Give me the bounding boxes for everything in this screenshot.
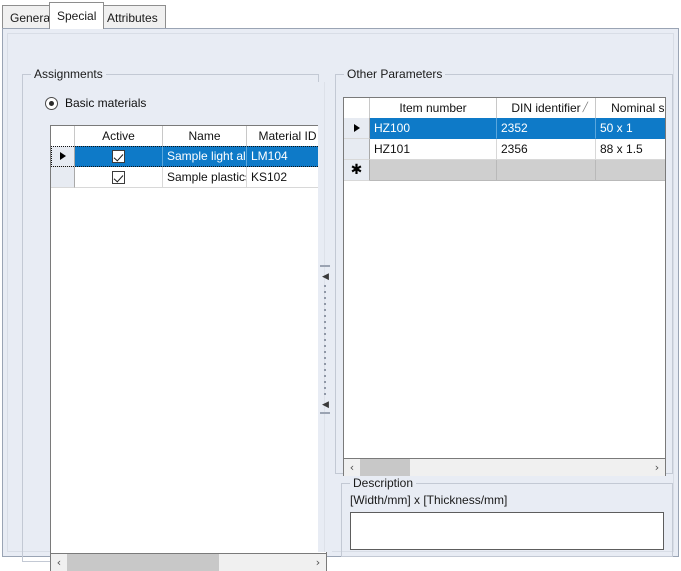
row-indicator-current[interactable]: [51, 146, 75, 167]
row-indicator-new[interactable]: ✱: [344, 160, 370, 181]
radio-basic-materials[interactable]: Basic materials: [45, 96, 146, 110]
hscroll-thumb[interactable]: [67, 554, 219, 571]
row-indicator[interactable]: [344, 139, 370, 160]
other-parameters-hscrollbar[interactable]: ‹ ›: [343, 459, 666, 476]
other-parameters-group: Other Parameters Item number DIN identif…: [335, 74, 673, 474]
description-input[interactable]: [350, 512, 664, 550]
cell-nominal-size[interactable]: 50 x 1: [596, 118, 666, 139]
hscroll-left-arrow[interactable]: ‹: [344, 459, 360, 476]
other-col-din-identifier-label: DIN identifier: [511, 101, 580, 115]
other-col-item-number[interactable]: Item number: [370, 98, 497, 118]
tab-attributes-label: Attributes: [107, 11, 158, 25]
hscroll-track[interactable]: [360, 459, 649, 476]
caret-right-icon: [354, 124, 360, 132]
cell-item-number-new[interactable]: [370, 160, 497, 181]
hscroll-left-arrow[interactable]: ‹: [51, 554, 67, 571]
splitter-bar-bottom: [320, 412, 330, 414]
hscroll-right-arrow[interactable]: ›: [310, 554, 326, 571]
assignments-col-name-label: Name: [188, 129, 220, 143]
splitter-collapse-left-icon[interactable]: ◀: [321, 272, 330, 281]
assignments-col-name[interactable]: Name: [163, 126, 247, 146]
assignments-hscrollbar[interactable]: ‹ ›: [50, 554, 327, 571]
dialog-tab-page: General Special Attributes Assignments B…: [0, 0, 681, 559]
cell-name[interactable]: Sample plastics: [163, 167, 247, 188]
cell-din-identifier[interactable]: 2352: [497, 118, 596, 139]
cell-item-number[interactable]: HZ101: [370, 139, 497, 160]
cell-nominal-size-new[interactable]: [596, 160, 666, 181]
tab-page-inner: Assignments Basic materials Active Name: [7, 33, 674, 552]
other-parameters-group-title: Other Parameters: [344, 68, 445, 80]
assignments-group: Assignments Basic materials Active Name: [22, 74, 319, 562]
hscroll-right-arrow[interactable]: ›: [649, 459, 665, 476]
assignments-col-active-label: Active: [102, 129, 135, 143]
cell-name[interactable]: Sample light alloy: [163, 146, 247, 167]
hscroll-track[interactable]: [67, 554, 310, 571]
assignments-group-title: Assignments: [31, 68, 106, 80]
radio-basic-materials-indicator[interactable]: [45, 97, 58, 110]
tab-attributes[interactable]: Attributes: [99, 5, 166, 29]
description-group: Description [Width/mm] x [Thickness/mm]: [341, 483, 673, 557]
other-parameters-grid-body: HZ100 2352 50 x 1 HZ101 2356 88 x 1.5 ✱: [344, 118, 665, 458]
table-row-new[interactable]: ✱: [344, 160, 665, 181]
splitter-bar-top: [320, 265, 330, 267]
table-row[interactable]: Sample plastics KS102: [51, 167, 326, 188]
cell-din-identifier[interactable]: 2356: [497, 139, 596, 160]
tab-bar: General Special Attributes: [0, 0, 681, 29]
radio-basic-materials-label: Basic materials: [65, 96, 146, 110]
description-hint-text: [Width/mm] x [Thickness/mm]: [350, 493, 507, 507]
table-row[interactable]: HZ101 2356 88 x 1.5: [344, 139, 665, 160]
sort-indicator-icon: ╱: [583, 102, 588, 113]
assignments-grid-header: Active Name Material ID: [51, 126, 326, 147]
other-parameters-grid-header: Item number DIN identifier ╱ Nominal siz…: [344, 98, 665, 119]
other-col-item-number-label: Item number: [399, 101, 466, 115]
other-parameters-grid-corner[interactable]: [344, 98, 370, 118]
cell-material-id[interactable]: KS102: [247, 167, 327, 188]
cell-material-id[interactable]: LM104: [247, 146, 327, 167]
cell-nominal-size[interactable]: 88 x 1.5: [596, 139, 666, 160]
table-row[interactable]: HZ100 2352 50 x 1: [344, 118, 665, 139]
checkbox-active-icon[interactable]: [112, 150, 125, 163]
assignments-col-material-id-label: Material ID: [258, 129, 316, 143]
assignments-col-active[interactable]: Active: [75, 126, 163, 146]
other-col-nominal-size-label: Nominal size: [611, 101, 666, 115]
checkbox-active-icon[interactable]: [112, 171, 125, 184]
cell-din-identifier-new[interactable]: [497, 160, 596, 181]
hscroll-thumb[interactable]: [360, 459, 410, 476]
tab-special[interactable]: Special: [49, 2, 104, 29]
splitter-grip-dots: [324, 285, 326, 395]
description-group-title: Description: [350, 477, 416, 489]
caret-right-icon: [60, 152, 66, 160]
table-row[interactable]: Sample light alloy LM104: [51, 146, 326, 167]
other-col-din-identifier[interactable]: DIN identifier ╱: [497, 98, 596, 118]
cell-active[interactable]: [75, 167, 163, 188]
splitter-collapse-left-icon-2[interactable]: ◀: [321, 400, 330, 409]
cell-item-number[interactable]: HZ100: [370, 118, 497, 139]
assignments-grid-corner[interactable]: [51, 126, 75, 146]
asterisk-new-row-icon: ✱: [351, 165, 363, 175]
other-col-nominal-size[interactable]: Nominal size: [596, 98, 666, 118]
tab-general-label: General: [10, 11, 53, 25]
assignments-grid[interactable]: Active Name Material ID Sam: [50, 125, 327, 554]
assignments-grid-body: Sample light alloy LM104 Sample plastics…: [51, 146, 326, 553]
tab-page-special: Assignments Basic materials Active Name: [2, 28, 679, 557]
tab-special-label: Special: [57, 9, 96, 23]
other-parameters-grid[interactable]: Item number DIN identifier ╱ Nominal siz…: [343, 97, 666, 459]
panel-splitter[interactable]: ◀ ◀: [318, 82, 332, 552]
cell-active[interactable]: [75, 146, 163, 167]
row-indicator-current[interactable]: [344, 118, 370, 139]
assignments-col-material-id[interactable]: Material ID: [247, 126, 327, 146]
row-indicator[interactable]: [51, 167, 75, 188]
